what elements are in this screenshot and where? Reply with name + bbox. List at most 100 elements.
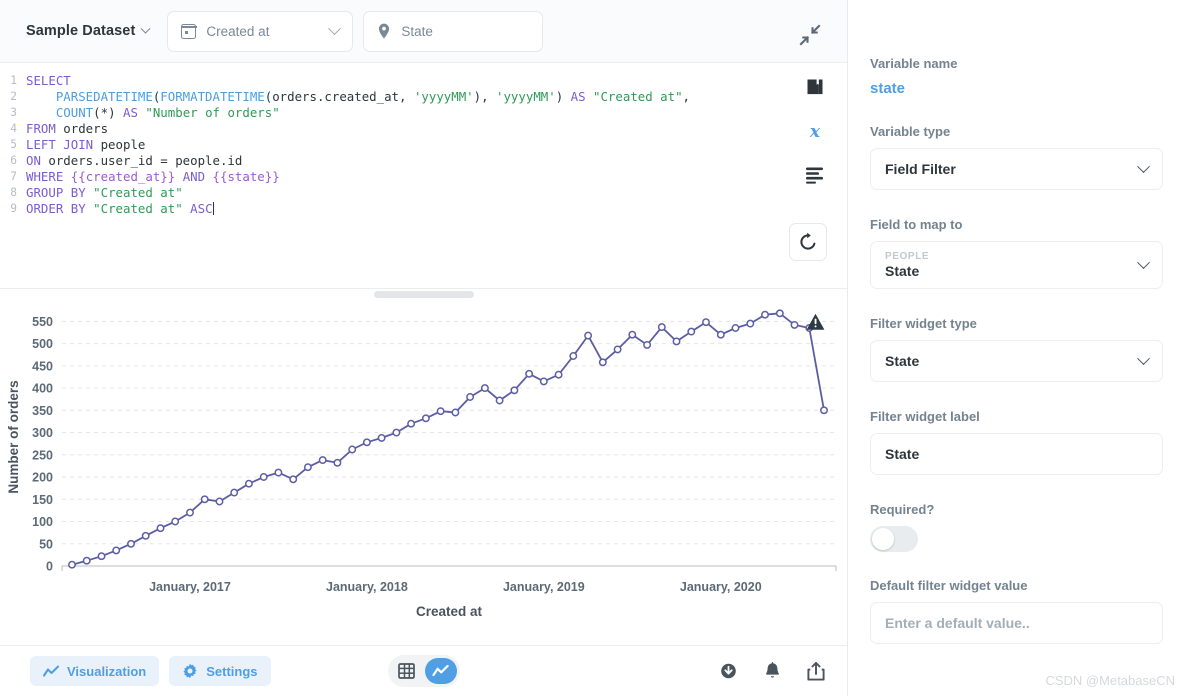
chart-data-point[interactable] [510,386,519,395]
variable-type-select[interactable]: Field Filter [870,148,1163,190]
field-map-select[interactable]: PEOPLE State [870,241,1163,289]
filter-widget-created-at[interactable]: Created at [167,10,354,52]
chart-view-button[interactable] [424,658,457,684]
chart-data-point[interactable] [731,324,740,332]
line-number: 2 [10,90,17,103]
chart-data-point[interactable] [436,407,445,416]
snippet-book-icon[interactable] [803,75,827,99]
chart-data-point[interactable] [348,445,357,454]
settings-button[interactable]: Settings [169,656,271,686]
chart-data-point[interactable] [186,508,194,517]
chart-data-point[interactable] [790,320,799,329]
visualization-button-label: Visualization [67,663,147,679]
chart-data-point[interactable] [716,330,725,339]
chart-data-point[interactable] [318,456,327,465]
chart-data-point[interactable] [407,419,416,428]
line-number: 8 [10,186,17,199]
chart-data-point[interactable] [628,330,637,339]
chart-data-point[interactable] [141,531,150,540]
chart-data-point[interactable] [598,358,607,367]
chart-data-point[interactable] [68,560,76,569]
chart-data-point[interactable] [215,497,224,506]
chart-data-point[interactable] [112,546,121,555]
chart-data-point[interactable] [657,323,666,332]
chart-data-point[interactable] [672,337,681,346]
variable-name-value: state [870,80,906,97]
variable-name-group: Variable name state [870,56,1163,97]
y-axis-tick-label: 550 [32,315,53,329]
chart-data-point[interactable] [362,438,371,447]
chart-data-point[interactable] [613,345,622,354]
code-content: COUNT(*) AS "Number of orders" [55,105,280,120]
chart-data-point[interactable] [289,475,298,484]
dataset-picker[interactable]: Sample Dataset [26,23,151,39]
chart-data-point[interactable] [584,331,593,340]
chart-data-point[interactable] [200,495,209,504]
watermark-text: CSDN @MetabaseCN [1045,673,1175,688]
chart-data-point[interactable] [421,414,430,423]
chart-data-point[interactable] [820,406,828,415]
chart-data-point[interactable] [761,310,769,319]
chart-data-point[interactable] [377,433,386,442]
download-button[interactable] [719,662,738,680]
line-chart-svg[interactable]: 0 50 100 150 200 250 300 350 400 450 500 550 January… [0,300,847,645]
chart-data-point[interactable] [392,428,401,437]
chart-data-point[interactable] [746,319,755,328]
line-number: 4 [10,122,17,135]
line-number: 3 [10,106,17,119]
chart-data-point[interactable] [230,488,239,497]
y-axis-tick-label: 50 [39,537,53,551]
chart-data-point[interactable] [156,524,165,533]
chart-data-point[interactable] [82,556,91,565]
widget-label-input[interactable] [885,446,1148,462]
chart-data-point[interactable] [702,318,710,327]
required-label: Required? [870,502,935,517]
default-value-input-wrap[interactable] [870,602,1163,644]
chart-data-point[interactable] [643,340,652,349]
chart-data-point[interactable] [569,352,578,360]
widget-label-input-wrap[interactable] [870,433,1163,475]
code-line: 5 LEFT JOIN people [0,137,847,153]
chart-data-point[interactable] [303,463,312,472]
chart-data-point[interactable] [274,468,283,477]
run-query-button[interactable] [789,223,827,261]
code-content: ORDER BY "Created at" ASC [26,201,214,216]
chart-data-point[interactable] [539,377,548,386]
chart-data-point[interactable] [451,408,460,417]
chart-warning-button[interactable] [806,313,825,336]
widget-type-value: State [885,353,920,369]
default-value-input[interactable] [885,615,1148,631]
chart-data-point[interactable] [525,369,534,378]
line-number: 7 [10,170,17,183]
alerts-button[interactable] [764,662,781,680]
code-line: 9 ORDER BY "Created at" ASC [0,201,847,217]
code-content: FROM orders [26,121,109,136]
line-chart-icon [432,664,449,677]
code-line: 6 ON orders.user_id = people.id [0,153,847,169]
chart-data-point[interactable] [127,539,135,548]
table-icon [398,663,415,679]
chart-data-point[interactable] [171,517,180,526]
editor-resize-handle[interactable] [373,290,474,298]
chart-data-point[interactable] [687,327,696,336]
filter-widget-state[interactable]: State [363,10,544,52]
format-lines-icon[interactable] [803,163,827,187]
sql-editor[interactable]: 1 SELECT 2 PARSEDATETIME(FORMATDATETIME(… [0,63,847,217]
chart-data-point[interactable] [495,396,504,405]
table-view-button[interactable] [391,658,423,684]
widget-type-select[interactable]: State [870,340,1163,382]
variables-x-icon[interactable]: x [803,119,827,143]
share-button[interactable] [807,661,825,681]
sql-editor-container[interactable]: 1 SELECT 2 PARSEDATETIME(FORMATDATETIME(… [0,63,847,288]
required-toggle[interactable] [870,526,918,552]
chart-data-point[interactable] [259,473,268,481]
chart-data-point[interactable] [466,393,475,401]
chart-data-point[interactable] [333,458,342,467]
chart-data-point[interactable] [97,552,106,561]
collapse-editor-button[interactable] [799,24,821,46]
chart-data-point[interactable] [244,479,253,488]
visualization-button[interactable]: Visualization [30,656,160,686]
chart-data-point[interactable] [775,309,784,318]
chart-data-point[interactable] [554,370,563,379]
chart-data-point[interactable] [480,384,489,393]
